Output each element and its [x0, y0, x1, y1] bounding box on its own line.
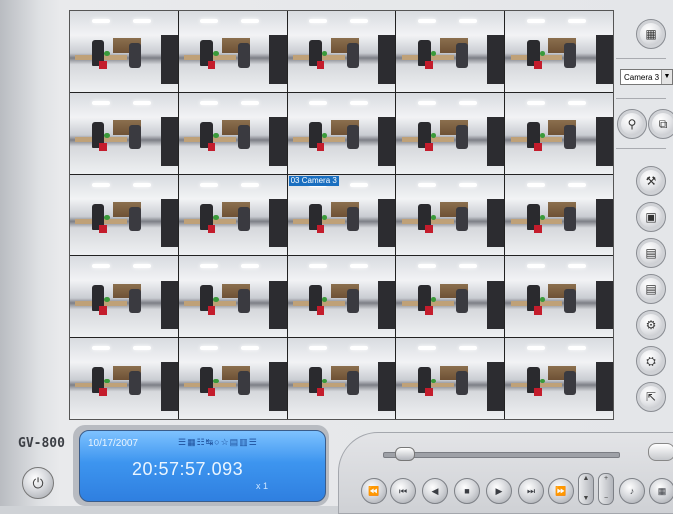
zoom-stepper[interactable]: + −: [598, 473, 614, 505]
copy-icon[interactable]: ⧉: [648, 109, 673, 139]
timeline-slider-thumb[interactable]: [394, 447, 415, 461]
camera-tile[interactable]: [70, 174, 178, 256]
camera-tile[interactable]: [178, 174, 287, 256]
divider: [616, 148, 666, 149]
save-icon[interactable]: ▤: [636, 238, 666, 268]
prev-frame-icon[interactable]: ⏮: [390, 478, 416, 504]
camera-tile[interactable]: [70, 11, 178, 92]
camera-tile[interactable]: [178, 11, 287, 92]
play-icon[interactable]: ▶: [486, 478, 512, 504]
camera-tile[interactable]: [396, 174, 505, 256]
speed-text: x 1: [256, 481, 269, 491]
speed-stepper[interactable]: ▲ ▼: [578, 473, 594, 505]
timeline-slider[interactable]: [383, 452, 620, 458]
camera-tile[interactable]: [505, 92, 613, 174]
divider: [616, 58, 666, 59]
divider: [616, 98, 666, 99]
camera-tile[interactable]: [178, 256, 287, 338]
reverse-play-icon[interactable]: ◀: [422, 478, 448, 504]
camera-tile[interactable]: [505, 174, 613, 256]
audio-icon[interactable]: ♪: [619, 478, 645, 504]
export-icon[interactable]: ⇱: [636, 382, 666, 412]
camera-label: 03 Camera 3: [288, 175, 339, 186]
chevron-down-icon[interactable]: ▼: [661, 70, 672, 84]
camera-tile[interactable]: [70, 338, 178, 419]
camera-tile[interactable]: [70, 256, 178, 338]
network-icon[interactable]: ⛭: [636, 346, 666, 376]
camera-tile[interactable]: [287, 256, 396, 338]
camera-tile[interactable]: [396, 92, 505, 174]
next-frame-icon[interactable]: ⏭: [518, 478, 544, 504]
date-text: 10/17/2007: [88, 438, 139, 449]
camera-select-value: Camera 3: [624, 73, 660, 82]
camera-tile[interactable]: [287, 338, 396, 419]
camera-tile[interactable]: [70, 92, 178, 174]
camera-tile[interactable]: [287, 11, 396, 92]
status-icons: ☰▦☷↹○☆▤▥☰: [178, 437, 258, 447]
camera-tile[interactable]: [396, 338, 505, 419]
ok-button[interactable]: OK: [648, 443, 673, 461]
settings-icon[interactable]: ⚙: [636, 310, 666, 340]
camera-tile[interactable]: [178, 338, 287, 419]
app-window: 03 Camera 3 ▦ Camera 3 ▼ ⚲ ⧉ ⚒ ▣ ▤ ▤ ⚙ ⛭…: [0, 0, 673, 514]
stop-icon[interactable]: ■: [454, 478, 480, 504]
layout-icon[interactable]: ▦: [636, 19, 666, 49]
fast-forward-icon[interactable]: ⏩: [548, 478, 574, 504]
camera-tile[interactable]: [178, 92, 287, 174]
camera-tile[interactable]: 03 Camera 3: [287, 174, 396, 256]
search-icon[interactable]: ⚲: [617, 109, 647, 139]
camera-tile[interactable]: [505, 256, 613, 338]
camera-tile[interactable]: [396, 256, 505, 338]
rewind-icon[interactable]: ⏪: [361, 478, 387, 504]
camera-tile[interactable]: [396, 11, 505, 92]
film-icon[interactable]: ▦: [649, 478, 673, 504]
camera-tile[interactable]: [505, 11, 613, 92]
camera-tile[interactable]: [287, 92, 396, 174]
tools-icon[interactable]: ⚒: [636, 166, 666, 196]
save-avi-icon[interactable]: ▣: [636, 202, 666, 232]
time-text: 20:57:57.093: [132, 459, 244, 479]
power-icon[interactable]: ⏻: [22, 467, 54, 499]
time-display: 10/17/2007 ☰▦☷↹○☆▤▥☰ 20:57:57.093 x 1: [79, 430, 326, 502]
model-label: GV-800: [18, 436, 65, 451]
print-icon[interactable]: ▤: [636, 274, 666, 304]
camera-select[interactable]: Camera 3 ▼: [620, 69, 673, 85]
camera-grid: 03 Camera 3: [69, 10, 614, 420]
camera-tile[interactable]: [505, 338, 613, 419]
